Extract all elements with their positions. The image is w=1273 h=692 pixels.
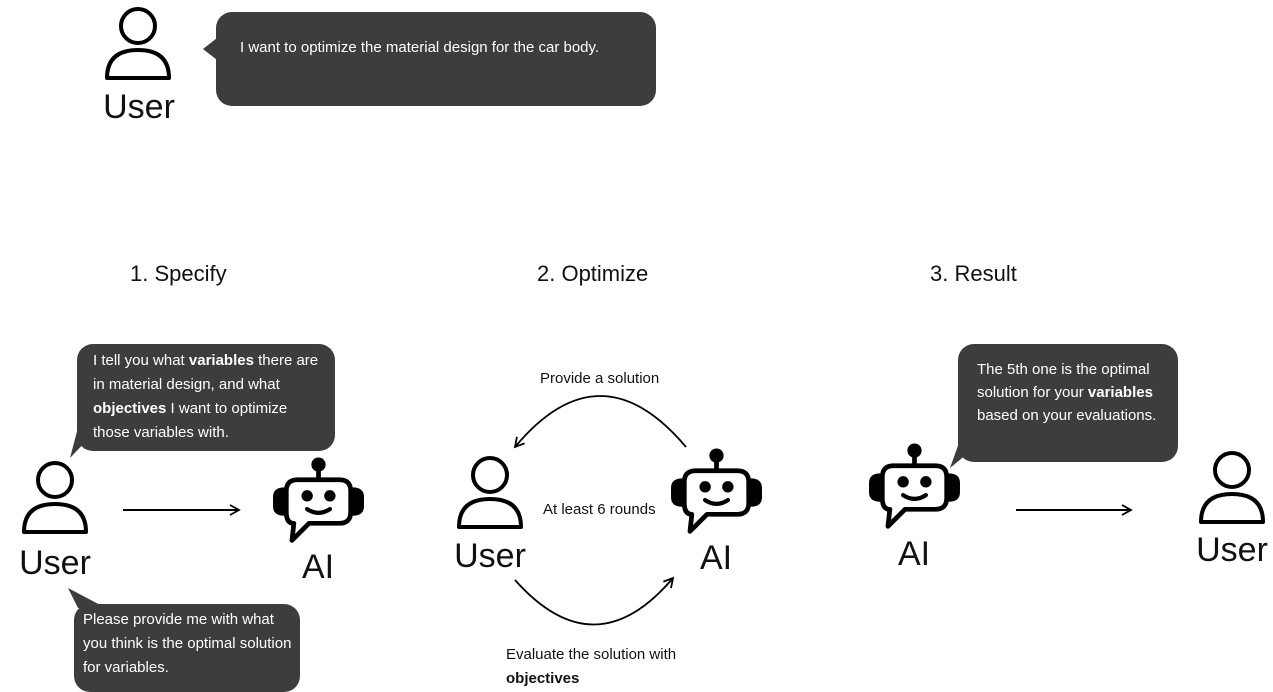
user-icon [103,6,173,81]
optimize-ai-label: AI [699,539,733,577]
user-icon [1197,450,1267,525]
specify-ai-bubble: Please provide me with what you think is… [74,604,300,692]
intro-message-bubble: I want to optimize the material design f… [216,12,656,106]
provide-solution-label: Provide a solution [540,370,660,387]
intro-message: I want to optimize the material design f… [240,39,600,56]
msg-bold-variables: variables [1087,384,1153,401]
robot-icon [271,457,366,547]
user-icon [455,455,525,530]
msg-text: based on your evaluations. [977,407,1157,424]
user-icon [20,460,90,535]
msg-bold-objectives: objectives [93,400,167,417]
specify-user-bubble: I tell you what variables there are in m… [77,344,335,451]
step-title-optimize: 2. Optimize [537,261,649,286]
rounds-label: At least 6 rounds [543,501,656,518]
result-user-label: User [1196,531,1268,569]
result-ai-bubble: The 5th one is the optimal solution for … [958,344,1178,462]
intro-user-label: User [103,88,175,126]
evaluate-objectives-label: objectives [506,670,580,687]
msg-text: I tell you what [93,352,189,369]
msg-bold-variables: variables [188,352,254,369]
step-title-specify: 1. Specify [130,261,227,286]
specify-ai-label: AI [301,548,335,586]
specify-user-label: User [19,544,91,582]
step-title-result: 3. Result [930,261,1017,286]
robot-icon [669,448,764,538]
optimize-user-label: User [454,537,526,575]
arrow-right [1016,504,1133,516]
specify-ai-message: Please provide me with what you think is… [83,611,292,676]
result-ai-label: AI [897,535,931,573]
evaluate-label: Evaluate the solution with [506,646,677,663]
